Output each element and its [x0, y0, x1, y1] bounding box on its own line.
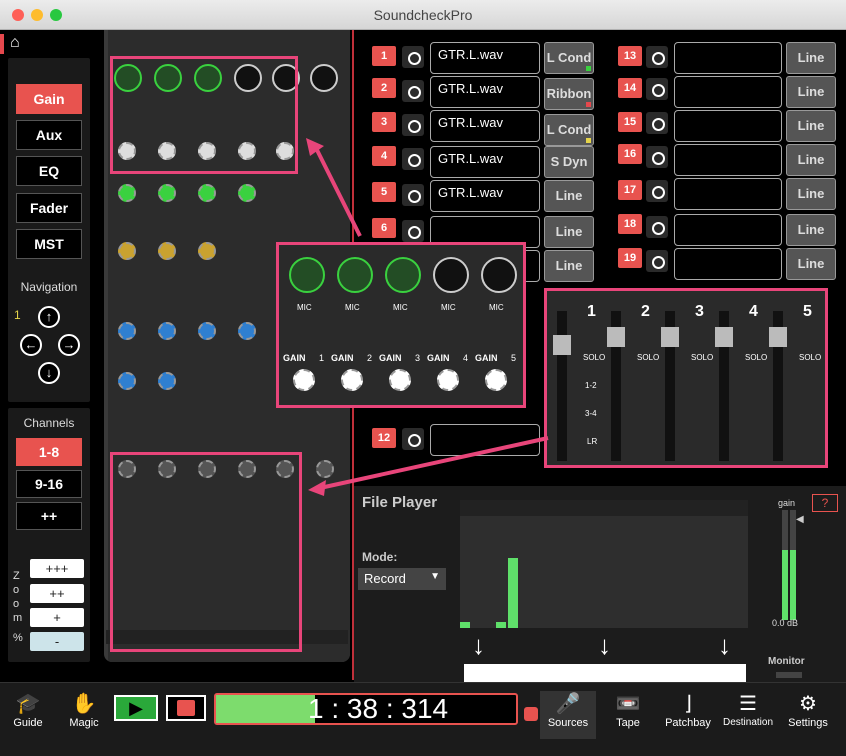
gain-meter-right — [790, 510, 796, 620]
magic-button[interactable]: ✋ Magic — [56, 691, 112, 739]
gain-value: 0.0 dB — [772, 618, 799, 628]
settings-button[interactable]: ⚙ Settings — [780, 691, 836, 739]
file-player-panel: File Player Mode: Record ▼ ↓ ↓ ↓ ? gain ◀… — [354, 486, 846, 682]
gear-icon: ⚙ — [799, 693, 817, 715]
loop-icon[interactable] — [524, 707, 538, 721]
graph-header — [460, 500, 748, 516]
destination-button[interactable]: ☰ Destination — [720, 691, 776, 739]
sources-label: Sources — [547, 717, 589, 729]
graduation-cap-icon: 🎓 — [15, 693, 41, 715]
mode-value: Record — [364, 571, 406, 586]
callout-arrow-line — [314, 147, 362, 237]
file-player-title: File Player — [362, 494, 438, 511]
sources-button[interactable]: 🎤 Sources — [540, 691, 596, 739]
hand-pointer-icon: ✋ — [71, 693, 97, 715]
down-arrow-icon: ↓ — [598, 630, 611, 660]
monitor-label: Monitor — [768, 656, 805, 667]
gain-label: gain — [778, 498, 796, 508]
settings-label: Settings — [788, 717, 828, 729]
file-drop-bar[interactable] — [464, 664, 746, 682]
mode-label: Mode: — [362, 550, 398, 564]
destination-label: Destination — [722, 717, 774, 728]
down-arrow-icon: ↓ — [718, 630, 731, 660]
destination-icon: ☰ — [739, 693, 757, 715]
time-readout: 1 : 38 : 314 — [308, 693, 449, 724]
patchbay-button[interactable]: ⌋ Patchbay — [660, 691, 716, 739]
level-bar — [460, 622, 470, 628]
gain-slider-handle[interactable]: ◀ — [796, 514, 804, 525]
tape-button[interactable]: 📼 Tape — [600, 691, 656, 739]
patchbay-icon: ⌋ — [684, 693, 692, 715]
down-arrow-icon: ↓ — [472, 630, 485, 660]
guide-label: Guide — [13, 717, 43, 729]
meter-fill — [782, 550, 788, 620]
monitor-toggle[interactable] — [776, 672, 802, 678]
record-stop-button[interactable] — [166, 695, 206, 721]
callout-arrow-line — [319, 436, 549, 490]
mode-select[interactable]: Record ▼ — [358, 568, 446, 590]
chevron-down-icon: ▼ — [430, 571, 440, 582]
time-counter: 1 : 38 : 314 — [214, 693, 518, 725]
tape-label: Tape — [616, 717, 640, 729]
magic-label: Magic — [69, 717, 99, 729]
level-bar — [496, 622, 506, 628]
microphone-icon: 🎤 — [555, 693, 581, 715]
tape-icon: 📼 — [615, 693, 641, 715]
guide-button[interactable]: 🎓 Guide — [0, 691, 56, 739]
gain-meter-left — [782, 510, 788, 620]
meter-fill — [790, 550, 796, 620]
callout-arrowhead — [306, 138, 324, 156]
level-bar — [508, 558, 518, 628]
callout-arrowhead — [308, 480, 326, 496]
progress-fill — [216, 695, 315, 723]
patchbay-label: Patchbay — [665, 717, 711, 729]
help-button[interactable]: ? — [812, 494, 838, 512]
play-button[interactable]: ▶ — [114, 695, 158, 721]
recording-graph — [460, 500, 748, 628]
bottom-toolbar: 🎓 Guide ✋ Magic ▶ 1 : 38 : 314 🎤 Sources… — [0, 682, 846, 756]
